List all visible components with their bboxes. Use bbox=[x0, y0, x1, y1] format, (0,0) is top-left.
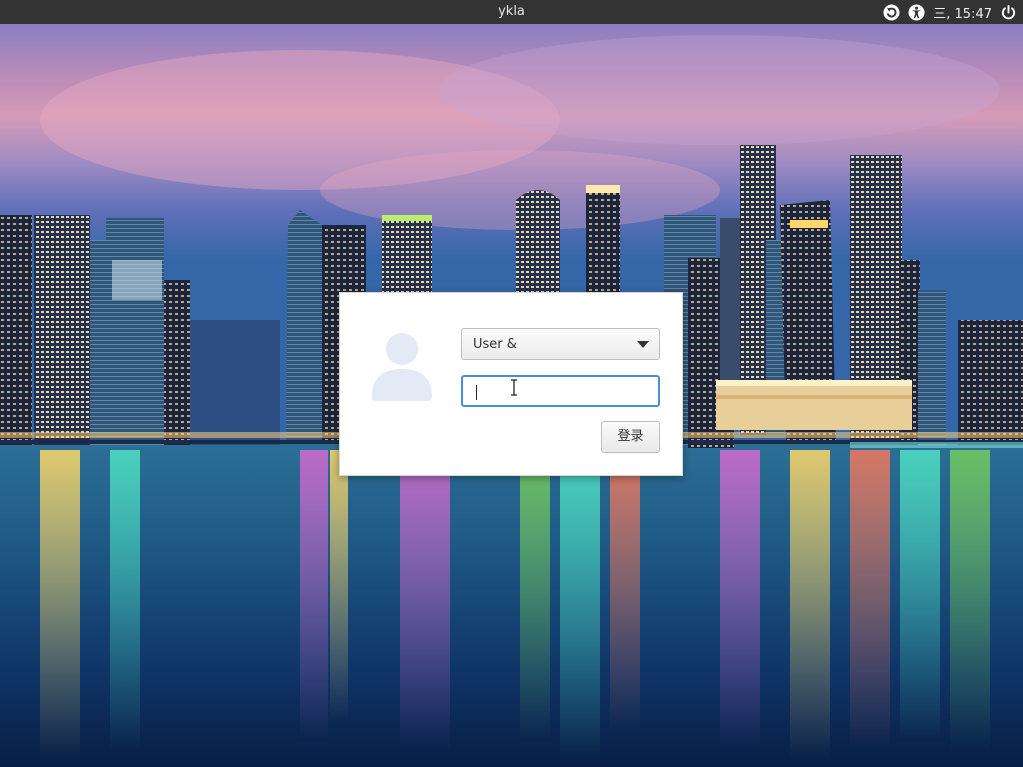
hostname-label: ykla bbox=[498, 4, 525, 19]
top-panel: ykla 三, 15:47 bbox=[0, 0, 1023, 24]
accessibility-icon[interactable] bbox=[908, 3, 925, 21]
power-icon[interactable] bbox=[1000, 4, 1017, 21]
ibeam-cursor-icon bbox=[511, 379, 517, 396]
chevron-down-icon bbox=[637, 341, 649, 348]
user-select-dropdown[interactable]: User & bbox=[461, 328, 660, 360]
user-avatar-icon bbox=[372, 333, 432, 401]
text-caret bbox=[476, 385, 477, 400]
password-field[interactable] bbox=[461, 375, 660, 407]
update-icon[interactable] bbox=[883, 3, 900, 21]
login-screen: ykla 三, 15:47 User & 登录 bbox=[0, 0, 1023, 767]
system-tray: 三, 15:47 bbox=[883, 0, 1017, 24]
login-button[interactable]: 登录 bbox=[601, 421, 660, 453]
selected-user-label: User & bbox=[473, 337, 517, 352]
login-dialog: User & 登录 bbox=[339, 292, 683, 476]
clock[interactable]: 三, 15:47 bbox=[933, 3, 992, 22]
